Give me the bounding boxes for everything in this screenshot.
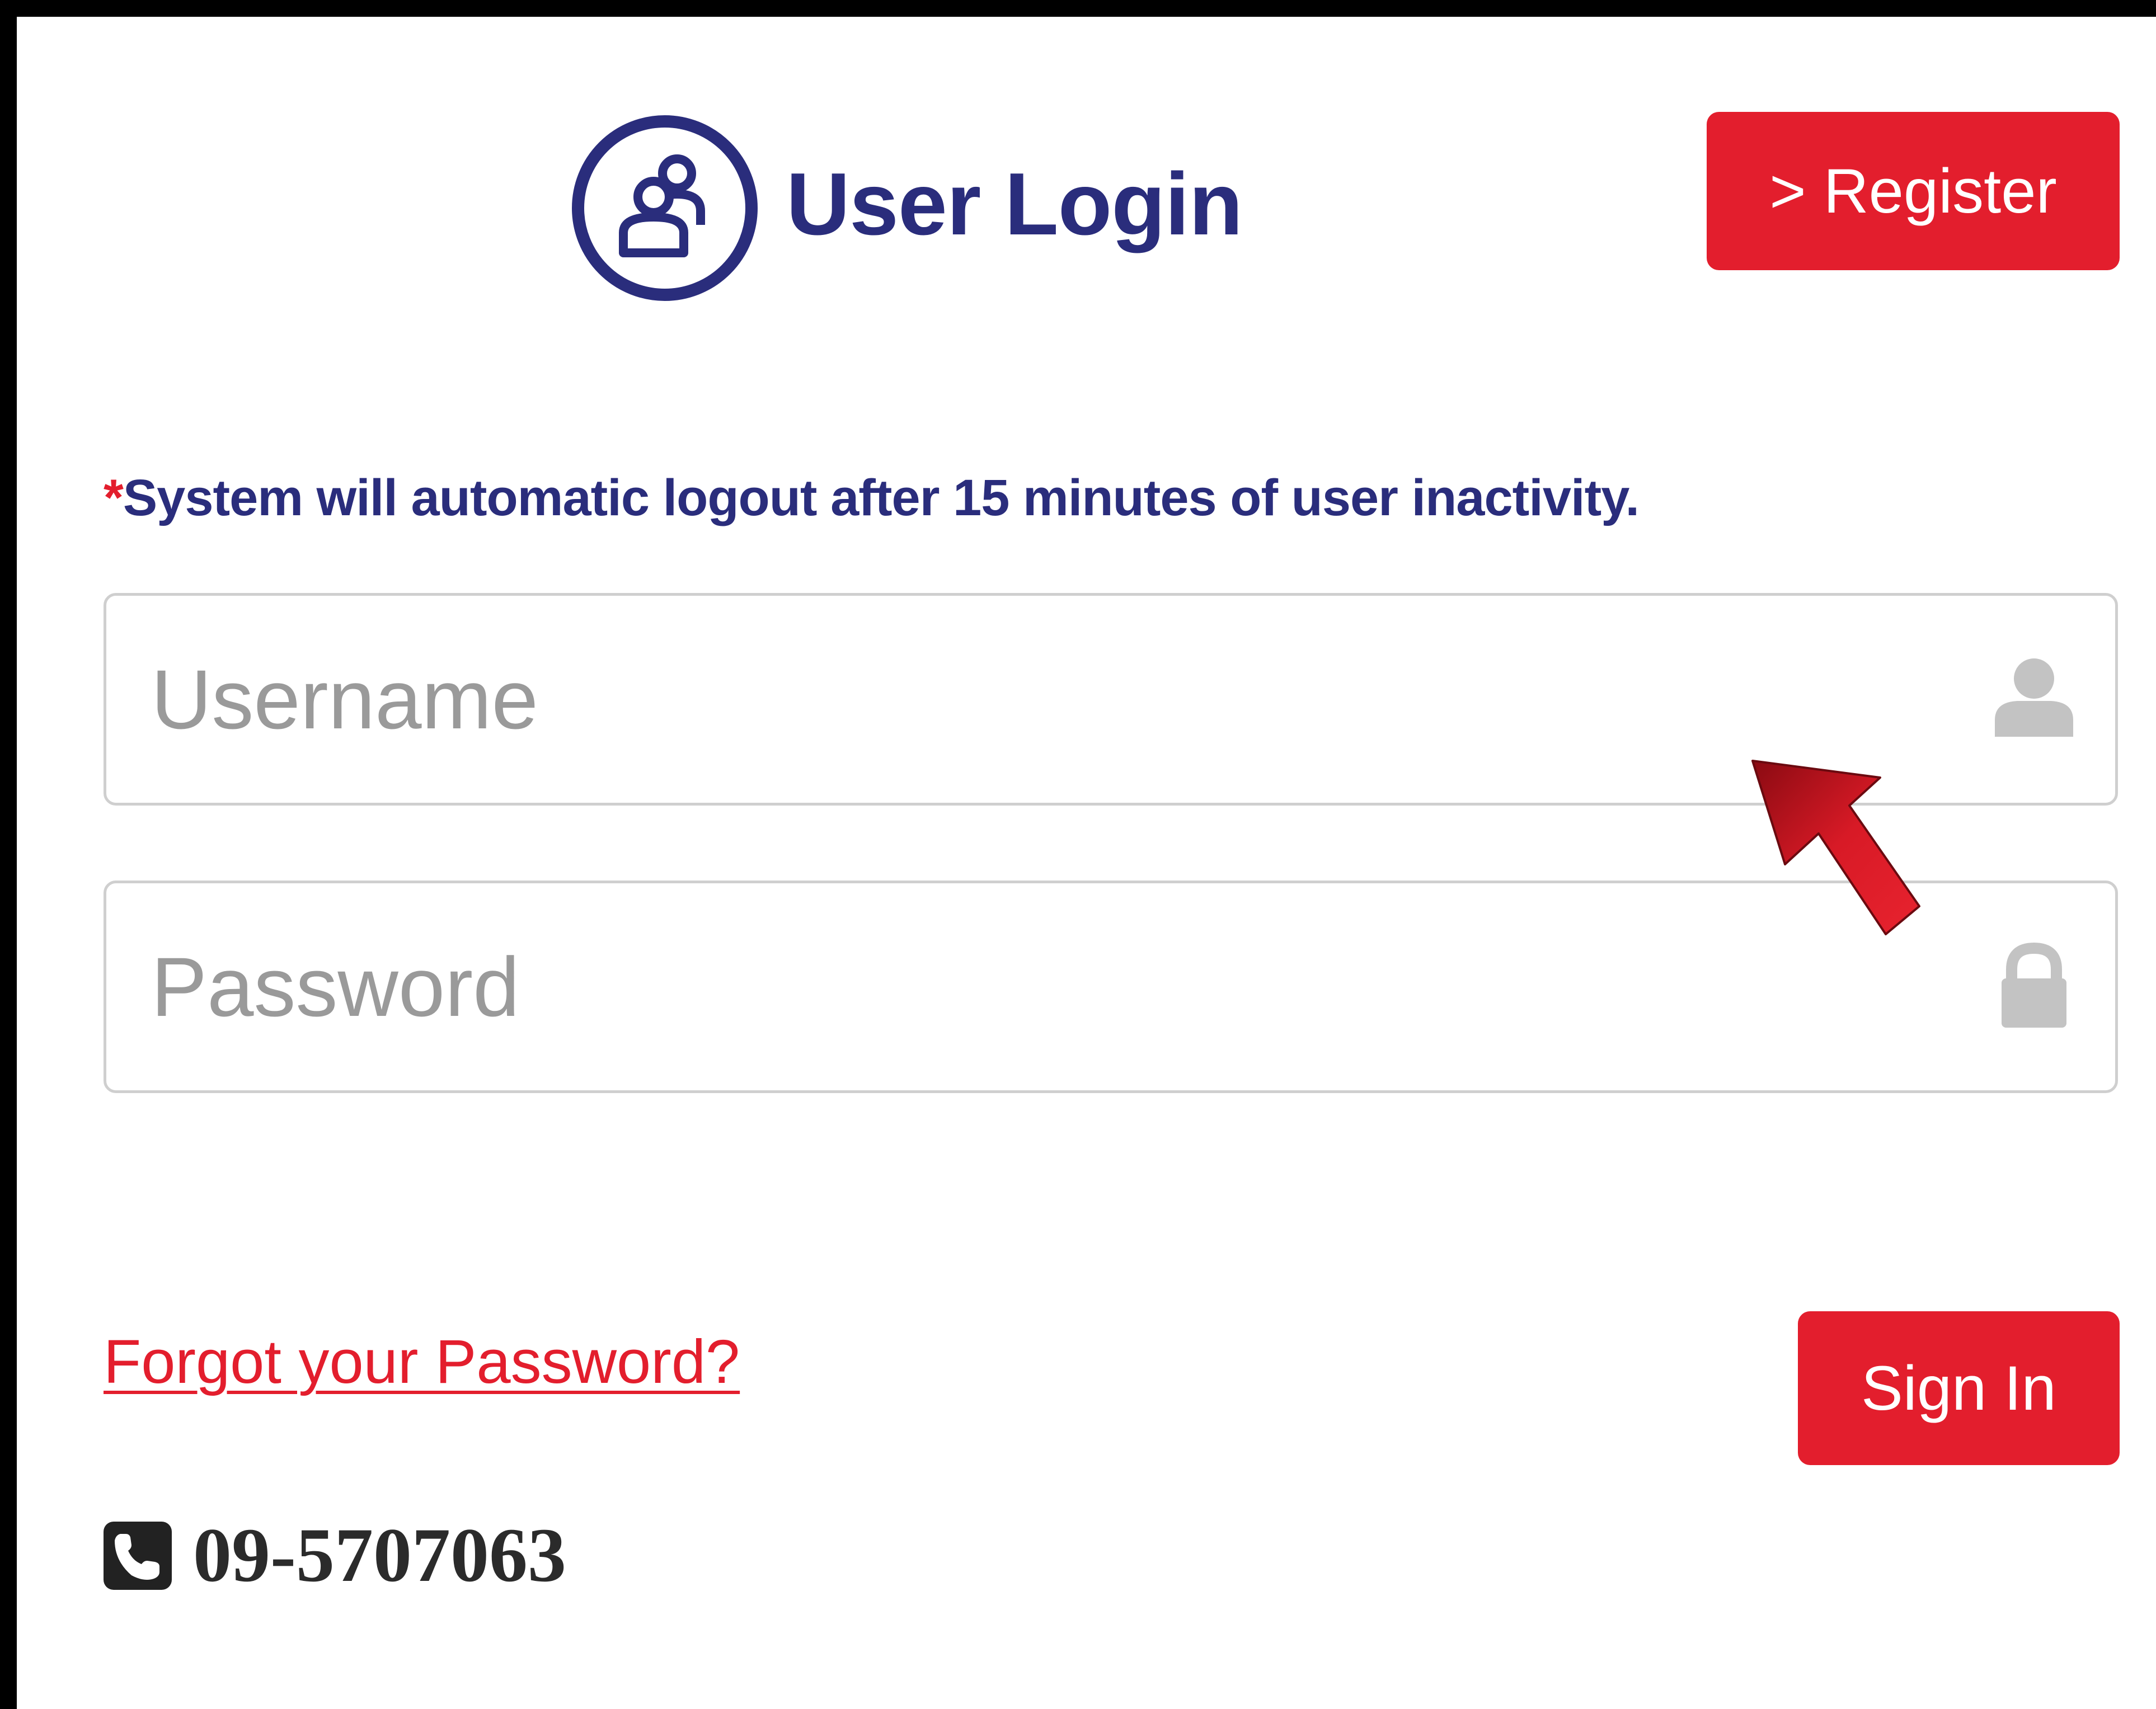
red-arrow-icon: [1751, 760, 1920, 935]
inactivity-notice: *System will automatic logout after 15 m…: [104, 459, 1640, 537]
sign-in-button[interactable]: Sign In: [1798, 1311, 2120, 1465]
forgot-password-link[interactable]: Forgot your Password?: [104, 1320, 740, 1404]
user-group-icon: [572, 115, 758, 301]
required-star: *: [104, 469, 124, 526]
notice-text: System will automatic logout after 15 mi…: [123, 469, 1640, 526]
password-input[interactable]: [151, 883, 1970, 1090]
login-panel: User Login > Register *System will autom…: [0, 0, 2156, 1709]
register-button[interactable]: > Register: [1707, 112, 2120, 270]
page-title: User Login: [786, 155, 1243, 253]
phone-number: 09-5707063: [193, 1512, 566, 1598]
username-input[interactable]: [151, 596, 1970, 803]
lock-icon: [2002, 942, 2066, 1028]
phone-icon: [104, 1522, 172, 1590]
user-icon: [1995, 658, 2073, 737]
